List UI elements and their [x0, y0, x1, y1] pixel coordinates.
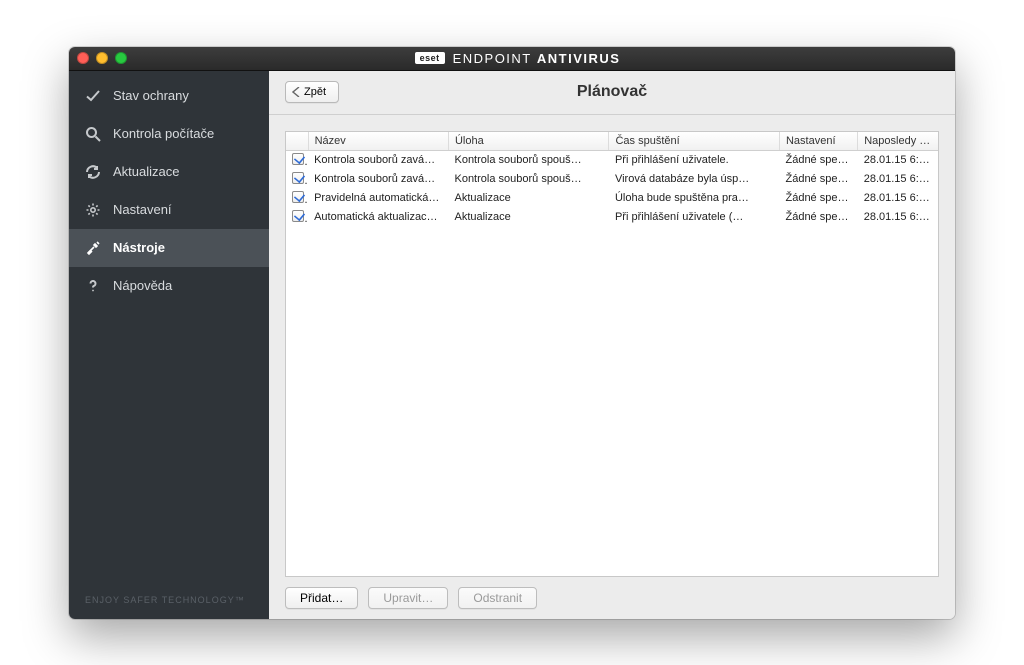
col-task[interactable]: Úloha	[448, 132, 608, 151]
cell-last: 28.01.15 6:…	[858, 208, 938, 227]
sidebar-item-label: Kontrola počítače	[113, 126, 214, 141]
row-checkbox[interactable]	[292, 191, 304, 203]
tools-icon	[85, 240, 101, 256]
title-thin: ENDPOINT	[453, 51, 532, 66]
cell-task: Kontrola souborů spouš…	[448, 170, 608, 189]
sidebar-item-settings[interactable]: Nastavení	[69, 191, 269, 229]
chevron-left-icon	[292, 87, 300, 97]
app-window: eset ENDPOINT ANTIVIRUS Stav ochrany	[69, 47, 955, 619]
sidebar-item-scan[interactable]: Kontrola počítače	[69, 115, 269, 153]
col-settings[interactable]: Nastavení	[779, 132, 857, 151]
main-panel: Zpět Plánovač	[269, 71, 955, 619]
toolbar: Zpět Plánovač	[269, 71, 955, 115]
row-checkbox[interactable]	[292, 153, 304, 165]
col-last[interactable]: Naposledy s…	[858, 132, 938, 151]
table-row[interactable]: Kontrola souborů zavá…Kontrola souborů s…	[286, 170, 938, 189]
sidebar-footer: ENJOY SAFER TECHNOLOGY™	[69, 583, 269, 619]
back-button[interactable]: Zpět	[285, 81, 339, 103]
cell-settings: Žádné speci…	[779, 170, 857, 189]
sidebar: Stav ochrany Kontrola počítače Aktualiza…	[69, 71, 269, 619]
edit-button[interactable]: Upravit…	[368, 587, 448, 609]
gear-icon	[85, 202, 101, 218]
sidebar-item-label: Nápověda	[113, 278, 172, 293]
cell-last: 28.01.15 6:…	[858, 150, 938, 170]
title-center: eset ENDPOINT ANTIVIRUS	[88, 51, 947, 66]
row-checkbox[interactable]	[292, 210, 304, 222]
cell-last: 28.01.15 6:…	[858, 189, 938, 208]
table-row[interactable]: Kontrola souborů zavá…Kontrola souborů s…	[286, 150, 938, 170]
table-row[interactable]: Pravidelná automatická…AktualizaceÚloha …	[286, 189, 938, 208]
cell-time: Úloha bude spuštěna pra…	[609, 189, 780, 208]
cell-time: Při přihlášení uživatele (…	[609, 208, 780, 227]
col-name[interactable]: Název	[308, 132, 448, 151]
help-icon	[85, 278, 101, 294]
page-title: Plánovač	[269, 83, 955, 101]
sidebar-nav: Stav ochrany Kontrola počítače Aktualiza…	[69, 71, 269, 583]
row-checkbox[interactable]	[292, 172, 304, 184]
cell-task: Aktualizace	[448, 208, 608, 227]
sidebar-item-label: Nastavení	[113, 202, 172, 217]
sidebar-item-tools[interactable]: Nástroje	[69, 229, 269, 267]
back-button-label: Zpět	[304, 86, 326, 98]
cell-settings: Žádné speci…	[779, 189, 857, 208]
refresh-icon	[85, 164, 101, 180]
cell-task: Aktualizace	[448, 189, 608, 208]
cell-name: Automatická aktualizac…	[308, 208, 448, 227]
table-header-row: Název Úloha Čas spuštění Nastavení Napos…	[286, 132, 938, 151]
cell-name: Kontrola souborů zavá…	[308, 170, 448, 189]
scheduler-table: Název Úloha Čas spuštění Nastavení Napos…	[285, 131, 939, 577]
action-bar: Přidat… Upravit… Odstranit	[285, 577, 939, 609]
search-icon	[85, 126, 101, 142]
titlebar: eset ENDPOINT ANTIVIRUS	[69, 47, 955, 71]
eset-logo: eset	[415, 52, 445, 64]
table-row[interactable]: Automatická aktualizac…AktualizacePři př…	[286, 208, 938, 227]
col-time[interactable]: Čas spuštění	[609, 132, 780, 151]
sidebar-item-update[interactable]: Aktualizace	[69, 153, 269, 191]
content: Název Úloha Čas spuštění Nastavení Napos…	[269, 115, 955, 619]
cell-time: Při přihlášení uživatele.	[609, 150, 780, 170]
sidebar-item-help[interactable]: Nápověda	[69, 267, 269, 305]
sidebar-item-label: Stav ochrany	[113, 88, 189, 103]
cell-name: Kontrola souborů zavá…	[308, 150, 448, 170]
sidebar-item-status[interactable]: Stav ochrany	[69, 77, 269, 115]
cell-settings: Žádné speci…	[779, 208, 857, 227]
add-button[interactable]: Přidat…	[285, 587, 358, 609]
cell-name: Pravidelná automatická…	[308, 189, 448, 208]
title-bold: ANTIVIRUS	[537, 51, 621, 66]
cell-last: 28.01.15 6:…	[858, 170, 938, 189]
remove-button[interactable]: Odstranit	[458, 587, 537, 609]
cell-task: Kontrola souborů spouš…	[448, 150, 608, 170]
cell-time: Virová databáze byla úsp…	[609, 170, 780, 189]
table-empty-space	[286, 227, 938, 576]
col-check[interactable]	[286, 132, 308, 151]
check-icon	[85, 88, 101, 104]
sidebar-item-label: Nástroje	[113, 240, 165, 255]
cell-settings: Žádné speci…	[779, 150, 857, 170]
sidebar-item-label: Aktualizace	[113, 164, 179, 179]
